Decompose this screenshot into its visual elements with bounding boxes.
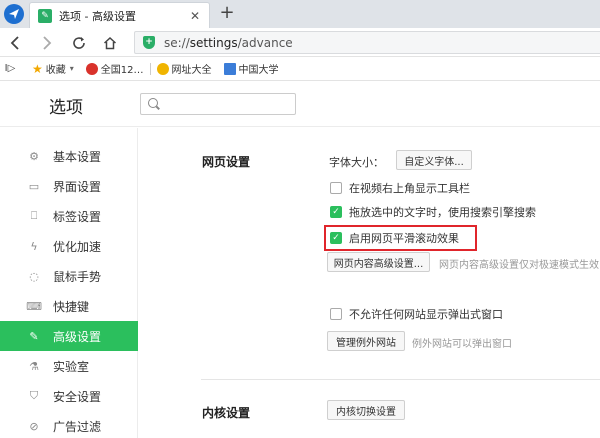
new-tab-button[interactable]: + (216, 3, 238, 25)
bookmark-separator (149, 62, 151, 75)
search-icon (148, 98, 158, 108)
block-icon: ⊘ (29, 419, 39, 433)
section-divider (201, 379, 600, 380)
sidebar-item-label: 基本设置 (53, 149, 102, 164)
sidebar-item-label: 安全设置 (53, 389, 102, 404)
navigation-bar: + se://settings/advance (0, 28, 600, 57)
url-scheme: se:// (164, 35, 190, 50)
advanced-hint-text: 网页内容高级设置仅对极速模式生效 (439, 260, 599, 271)
sidebar-item-optimize[interactable]: ϟ 优化加速 (0, 231, 138, 261)
exceptions-hint-text: 例外网站可以弹出窗口 (412, 339, 512, 350)
url-path: settings (189, 35, 238, 50)
bookmark-label: 中国大学 (238, 65, 279, 76)
sidebar-item-security[interactable]: ⛉ 安全设置 (0, 381, 138, 411)
sidebar-item-label: 鼠标手势 (53, 269, 102, 284)
tab-close-icon[interactable]: ✕ (187, 9, 203, 23)
star-icon: ★ (32, 61, 43, 76)
sidebar-item-label: 快捷键 (53, 299, 90, 314)
checkbox-unchecked[interactable] (330, 182, 342, 194)
gear-icon: ⚙ (29, 149, 39, 163)
sidebar-item-advanced[interactable]: ✎ 高级设置 (0, 321, 138, 351)
sidebar-item-mouse-gestures[interactable]: ◌ 鼠标手势 (0, 261, 138, 291)
checkbox-label: 拖放选中的文字时，使用搜索引擎搜索 (349, 206, 536, 219)
back-icon[interactable] (4, 32, 26, 54)
forward-icon[interactable] (36, 32, 58, 54)
settings-content: 网页设置 字体大小： 自定义字体... 在视频右上角显示工具栏 ✓ 拖放选中的文… (139, 128, 600, 438)
bookmarks-bar: I▷ ★ 收藏 ▾ 全国12… 网址大全 中国大学 (0, 57, 600, 81)
block-popups-checkbox[interactable]: 不允许任何网站显示弹出式窗口 (330, 306, 503, 322)
sidebar-toggle-icon[interactable]: I▷ (0, 63, 20, 74)
bookmark-label: 网址大全 (171, 65, 212, 76)
sidebar-item-ad-filter[interactable]: ⊘ 广告过滤 (0, 411, 138, 438)
secure-shield-icon: + (143, 36, 155, 49)
address-bar[interactable]: + se://settings/advance (134, 31, 600, 54)
annotation-highlight-box (324, 225, 477, 251)
wrench-icon: ✎ (29, 329, 39, 343)
home-icon[interactable] (99, 32, 121, 54)
chevron-down-icon: ▾ (69, 64, 74, 73)
sidebar-item-label: 界面设置 (53, 179, 102, 194)
sidebar-item-label: 优化加速 (53, 239, 102, 254)
checkbox-unchecked[interactable] (330, 308, 342, 320)
sidebar-item-interface[interactable]: ▭ 界面设置 (0, 171, 138, 201)
settings-favicon-icon: ✎ (38, 8, 52, 23)
sidebar-item-label: 高级设置 (53, 329, 102, 344)
sidebar-item-lab[interactable]: ⚗ 实验室 (0, 351, 138, 381)
settings-header: 选项 (0, 82, 600, 127)
video-toolbar-checkbox[interactable]: 在视频右上角显示工具栏 (330, 180, 470, 196)
web-settings-title: 网页设置 (202, 155, 251, 169)
kernel-settings-title: 内核设置 (202, 406, 251, 420)
bookmark-item[interactable]: 全国12… (85, 61, 144, 76)
settings-sidebar: ⚙ 基本设置 ▭ 界面设置 ⎕ 标签设置 ϟ 优化加速 ◌ 鼠标手势 ⌨ 快捷键… (0, 128, 138, 438)
sidebar-item-basic[interactable]: ⚙ 基本设置 (0, 141, 138, 171)
checkbox-label: 不允许任何网站显示弹出式窗口 (349, 308, 503, 321)
custom-font-button[interactable]: 自定义字体... (396, 150, 472, 170)
kernel-switch-button[interactable]: 内核切换设置 (327, 400, 405, 420)
bookmark-label: 全国12… (100, 65, 144, 76)
url-text: se://settings/advance (164, 36, 293, 50)
lightning-icon: ϟ (30, 239, 38, 253)
shield-icon: ⛉ (29, 389, 39, 402)
browser-logo-icon[interactable] (4, 4, 24, 24)
window-icon: ▭ (28, 179, 40, 193)
tab-title: 选项 - 高级设置 (59, 9, 136, 23)
manage-exceptions-button[interactable]: 管理例外网站 (327, 331, 405, 351)
active-tab[interactable]: ✎ 选项 - 高级设置 ✕ (29, 2, 210, 28)
page-title: 选项 (49, 98, 83, 118)
flask-icon: ⚗ (29, 359, 39, 373)
bookmark-label: 收藏 (45, 65, 66, 76)
reload-icon[interactable] (68, 32, 90, 54)
site-directory-icon (156, 62, 169, 75)
drag-search-checkbox[interactable]: ✓ 拖放选中的文字时，使用搜索引擎搜索 (330, 204, 536, 220)
keyboard-icon: ⌨ (26, 299, 42, 313)
tab-icon: ⎕ (30, 209, 38, 222)
sidebar-item-label: 实验室 (53, 359, 90, 374)
emblem-icon (85, 62, 98, 75)
url-rest: /advance (237, 35, 293, 50)
checkbox-checked[interactable]: ✓ (330, 206, 342, 218)
settings-search-input[interactable] (140, 93, 296, 115)
checkbox-label: 在视频右上角显示工具栏 (349, 182, 470, 195)
sidebar-item-label: 广告过滤 (53, 419, 102, 434)
advanced-content-settings-button[interactable]: 网页内容高级设置... (327, 252, 430, 272)
sidebar-item-shortcuts[interactable]: ⌨ 快捷键 (0, 291, 138, 321)
bookmark-favorites[interactable]: ★ 收藏 ▾ (32, 61, 74, 77)
tab-bar: ✎ 选项 - 高级设置 ✕ + (0, 0, 600, 28)
mouse-icon: ◌ (29, 269, 39, 283)
font-size-label: 字体大小： (329, 156, 384, 169)
bookmark-item[interactable]: 网址大全 (156, 61, 212, 76)
sidebar-item-label: 标签设置 (53, 209, 102, 224)
sidebar-item-tabs[interactable]: ⎕ 标签设置 (0, 201, 138, 231)
flag-icon (223, 62, 236, 75)
bookmark-item[interactable]: 中国大学 (223, 61, 279, 76)
